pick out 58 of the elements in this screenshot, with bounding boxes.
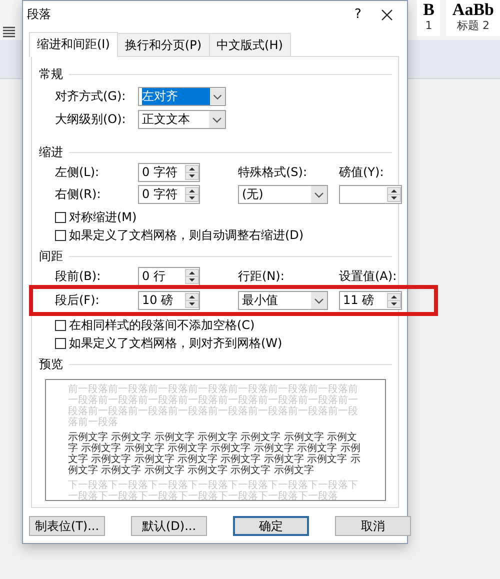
tab[interactable]: 中文版式(H)	[208, 33, 291, 56]
spin-field[interactable]	[339, 185, 402, 204]
checkbox-label[interactable]: 在相同样式的段落间不添加空格(C)	[69, 316, 255, 334]
section-heading: 缩进	[39, 144, 63, 160]
checkbox-label[interactable]: 对称缩进(M)	[69, 208, 137, 226]
dialog-button[interactable]: 默认(D)...	[131, 516, 207, 536]
checkbox-label[interactable]: 如果定义了文档网格，则自动调整右缩进(D)	[69, 226, 304, 244]
dropdown-field[interactable]: 正文文本	[138, 110, 226, 129]
section-heading: 间距	[39, 248, 63, 264]
spin-field[interactable]: 10 磅	[138, 291, 200, 310]
field-label: 对齐方式(G):	[55, 88, 127, 105]
dialog-button[interactable]: 制表位(T)...	[29, 516, 105, 536]
dropdown-field[interactable]: (无)	[238, 185, 328, 204]
checkbox-label[interactable]: 如果定义了文档网格，则对齐到网格(W)	[69, 334, 282, 352]
checkbox[interactable]	[55, 212, 66, 222]
dropdown-arrow-button[interactable]	[311, 186, 327, 203]
field-label: 右侧(R):	[55, 186, 102, 203]
spin-buttons[interactable]	[185, 165, 199, 180]
spin-buttons[interactable]	[185, 293, 199, 308]
dialog-button[interactable]: 确定	[233, 516, 309, 536]
field-label: 磅值(Y):	[339, 164, 385, 181]
style-gallery-item[interactable]: B 1	[417, 0, 440, 36]
field-label: 特殊格式(S):	[238, 164, 308, 181]
field-label: 设置值(A):	[339, 268, 398, 285]
spin-buttons[interactable]	[387, 293, 401, 308]
field-label: 大纲级别(O):	[55, 111, 127, 128]
checkbox[interactable]	[55, 320, 66, 330]
checkbox[interactable]	[55, 338, 66, 348]
section-heading: 预览	[39, 356, 63, 372]
dropdown-arrow-button[interactable]	[210, 88, 225, 105]
tab[interactable]: 换行和分页(P)	[116, 33, 210, 56]
align-icon[interactable]	[2, 26, 16, 38]
spin-field[interactable]: 0 行	[138, 267, 200, 286]
dropdown-arrow-button[interactable]	[209, 111, 225, 128]
field-label: 段后(F):	[55, 292, 100, 309]
spin-buttons[interactable]	[185, 269, 199, 284]
dialog-button[interactable]: 取消	[335, 516, 411, 536]
spin-field[interactable]: 11 磅	[339, 291, 402, 310]
dropdown-field[interactable]: 左对齐	[138, 87, 226, 106]
spin-buttons[interactable]	[185, 187, 199, 202]
checkbox[interactable]	[55, 230, 66, 240]
window-title: 段落	[27, 6, 52, 23]
field-label: 左侧(L):	[55, 164, 100, 181]
dropdown-arrow-button[interactable]	[311, 292, 327, 309]
section-heading: 常规	[39, 66, 63, 82]
preview-text: 下一段落下一段落下一段落下一段落下一段落下一段落下一段落下一段落下一段落下一段落下一段落下一段落下一段落下一段落	[68, 480, 359, 500]
dropdown-field[interactable]: 最小值	[238, 291, 328, 310]
style-gallery-item[interactable]: AaBb 标题 2	[446, 0, 500, 36]
tab[interactable]: 缩进和间距(I)	[29, 32, 118, 57]
field-label: 段前(B):	[55, 268, 102, 285]
field-label: 行距(N):	[238, 268, 286, 285]
help-button[interactable]: ?	[343, 7, 373, 22]
preview-text: 前一段落前一段落前一段落前一段落前一段落前一段落前一段落前一段落前一段落前一段落前一段落前一段落前一段落前一段落前一段落前一段落前一段落前一段落前一段落前一段落前一段落前一段落前一段落	[68, 384, 359, 428]
spin-buttons[interactable]	[387, 187, 401, 202]
close-icon[interactable]	[381, 8, 393, 20]
preview-text: 示例文字 示例文字 示例文字 示例文字 示例文字 示例文字 示例文字 示例文字 示例文字 示例文字 示例文字 示例文字 示例文字 示例文字 示例文字 示例文字 示例文字 示例文字 示例文字 示例文字 示例文字 示例文字 示例文字 示例文字 示例文字 示例文字	[68, 432, 362, 476]
spin-field[interactable]: 0 字符	[138, 185, 200, 204]
spin-field[interactable]: 0 字符	[138, 163, 200, 182]
